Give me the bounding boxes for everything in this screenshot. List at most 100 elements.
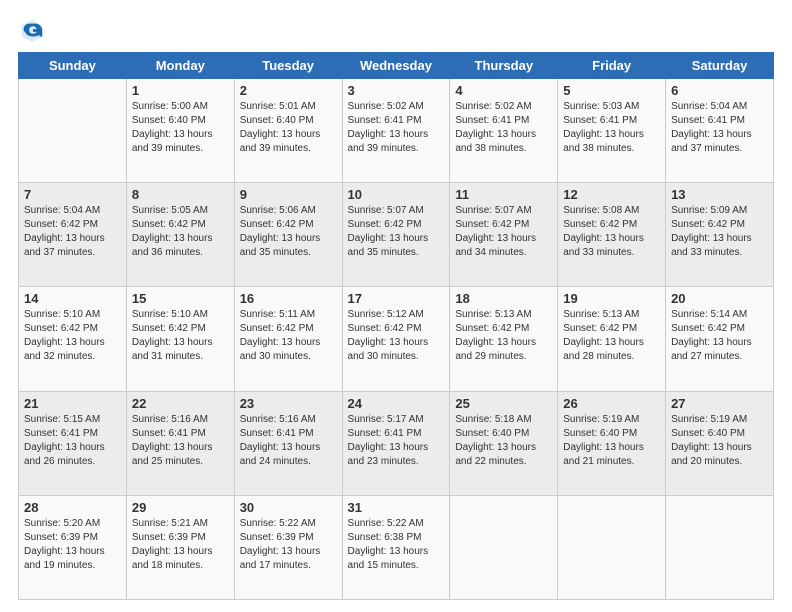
day-cell: 1Sunrise: 5:00 AM Sunset: 6:40 PM Daylig…	[126, 79, 234, 183]
day-info: Sunrise: 5:19 AM Sunset: 6:40 PM Dayligh…	[671, 413, 768, 469]
day-number: 20	[671, 291, 768, 306]
day-number: 1	[132, 83, 229, 98]
day-cell: 4Sunrise: 5:02 AM Sunset: 6:41 PM Daylig…	[450, 79, 558, 183]
day-cell: 28Sunrise: 5:20 AM Sunset: 6:39 PM Dayli…	[19, 495, 127, 599]
day-info: Sunrise: 5:16 AM Sunset: 6:41 PM Dayligh…	[132, 413, 229, 469]
day-cell: 21 Sunrise: 5:15 AM Sunset: 6:41 PM Dayli…	[19, 391, 127, 495]
day-number: 25	[455, 396, 552, 411]
week-row-4: 21 Sunrise: 5:15 AM Sunset: 6:41 PM Dayli…	[19, 391, 774, 495]
weekday-header-sunday: Sunday	[19, 53, 127, 79]
day-cell: 22 Sunrise: 5:16 AM Sunset: 6:41 PM Dayli…	[126, 391, 234, 495]
day-info: Sunrise: 5:12 AM Sunset: 6:42 PM Dayligh…	[348, 308, 445, 364]
day-info: Sunrise: 5:22 AM Sunset: 6:39 PM Dayligh…	[240, 517, 337, 573]
day-cell: 12Sunrise: 5:08 AM Sunset: 6:42 PM Dayli…	[558, 183, 666, 287]
day-number: 24	[348, 396, 445, 411]
day-number: 31	[348, 500, 445, 515]
weekday-header-saturday: Saturday	[666, 53, 774, 79]
header	[18, 16, 774, 44]
day-info: Sunrise: 5:11 AM Sunset: 6:42 PM Dayligh…	[240, 308, 337, 364]
week-row-5: 28Sunrise: 5:20 AM Sunset: 6:39 PM Dayli…	[19, 495, 774, 599]
day-cell: 30 Sunrise: 5:22 AM Sunset: 6:39 PM Dayli…	[234, 495, 342, 599]
day-info: Sunrise: 5:15 AM Sunset: 6:41 PM Dayligh…	[24, 413, 121, 469]
weekday-header-friday: Friday	[558, 53, 666, 79]
day-cell: 29 Sunrise: 5:21 AM Sunset: 6:39 PM Dayli…	[126, 495, 234, 599]
page: SundayMondayTuesdayWednesdayThursdayFrid…	[0, 0, 792, 612]
day-info: Sunrise: 5:17 AM Sunset: 6:41 PM Dayligh…	[348, 413, 445, 469]
weekday-header-wednesday: Wednesday	[342, 53, 450, 79]
day-info: Sunrise: 5:02 AM Sunset: 6:41 PM Dayligh…	[455, 100, 552, 156]
day-number: 11	[455, 187, 552, 202]
day-number: 9	[240, 187, 337, 202]
day-number: 14	[24, 291, 121, 306]
day-cell: 3 Sunrise: 5:02 AM Sunset: 6:41 PM Daylig…	[342, 79, 450, 183]
day-cell: 15Sunrise: 5:10 AM Sunset: 6:42 PM Dayli…	[126, 287, 234, 391]
day-info: Sunrise: 5:01 AM Sunset: 6:40 PM Dayligh…	[240, 100, 337, 156]
day-number: 12	[563, 187, 660, 202]
day-info: Sunrise: 5:13 AM Sunset: 6:42 PM Dayligh…	[563, 308, 660, 364]
logo	[18, 16, 50, 44]
logo-icon	[18, 16, 46, 44]
day-info: Sunrise: 5:06 AM Sunset: 6:42 PM Dayligh…	[240, 204, 337, 260]
day-cell: 13 Sunrise: 5:09 AM Sunset: 6:42 PM Dayli…	[666, 183, 774, 287]
day-info: Sunrise: 5:03 AM Sunset: 6:41 PM Dayligh…	[563, 100, 660, 156]
day-number: 2	[240, 83, 337, 98]
calendar-body: 1Sunrise: 5:00 AM Sunset: 6:40 PM Daylig…	[19, 79, 774, 600]
day-cell: 8Sunrise: 5:05 AM Sunset: 6:42 PM Daylig…	[126, 183, 234, 287]
day-cell: 10Sunrise: 5:07 AM Sunset: 6:42 PM Dayli…	[342, 183, 450, 287]
day-cell: 14 Sunrise: 5:10 AM Sunset: 6:42 PM Dayli…	[19, 287, 127, 391]
day-info: Sunrise: 5:07 AM Sunset: 6:42 PM Dayligh…	[455, 204, 552, 260]
day-cell: 24 Sunrise: 5:17 AM Sunset: 6:41 PM Dayli…	[342, 391, 450, 495]
day-cell: 23Sunrise: 5:16 AM Sunset: 6:41 PM Dayli…	[234, 391, 342, 495]
day-info: Sunrise: 5:14 AM Sunset: 6:42 PM Dayligh…	[671, 308, 768, 364]
day-number: 17	[348, 291, 445, 306]
weekday-header-thursday: Thursday	[450, 53, 558, 79]
day-cell	[558, 495, 666, 599]
week-row-1: 1Sunrise: 5:00 AM Sunset: 6:40 PM Daylig…	[19, 79, 774, 183]
day-cell: 31Sunrise: 5:22 AM Sunset: 6:38 PM Dayli…	[342, 495, 450, 599]
day-number: 3	[348, 83, 445, 98]
day-number: 21	[24, 396, 121, 411]
day-cell: 6Sunrise: 5:04 AM Sunset: 6:41 PM Daylig…	[666, 79, 774, 183]
day-cell: 5 Sunrise: 5:03 AM Sunset: 6:41 PM Daylig…	[558, 79, 666, 183]
day-info: Sunrise: 5:07 AM Sunset: 6:42 PM Dayligh…	[348, 204, 445, 260]
day-cell: 7Sunrise: 5:04 AM Sunset: 6:42 PM Daylig…	[19, 183, 127, 287]
day-cell: 11 Sunrise: 5:07 AM Sunset: 6:42 PM Dayli…	[450, 183, 558, 287]
day-number: 18	[455, 291, 552, 306]
day-number: 6	[671, 83, 768, 98]
day-cell: 25 Sunrise: 5:18 AM Sunset: 6:40 PM Dayli…	[450, 391, 558, 495]
day-info: Sunrise: 5:19 AM Sunset: 6:40 PM Dayligh…	[563, 413, 660, 469]
day-number: 5	[563, 83, 660, 98]
day-info: Sunrise: 5:18 AM Sunset: 6:40 PM Dayligh…	[455, 413, 552, 469]
day-number: 26	[563, 396, 660, 411]
week-row-3: 14 Sunrise: 5:10 AM Sunset: 6:42 PM Dayli…	[19, 287, 774, 391]
day-cell: 27 Sunrise: 5:19 AM Sunset: 6:40 PM Dayli…	[666, 391, 774, 495]
day-cell: 2 Sunrise: 5:01 AM Sunset: 6:40 PM Daylig…	[234, 79, 342, 183]
day-number: 16	[240, 291, 337, 306]
day-info: Sunrise: 5:10 AM Sunset: 6:42 PM Dayligh…	[132, 308, 229, 364]
day-cell	[19, 79, 127, 183]
day-number: 27	[671, 396, 768, 411]
day-info: Sunrise: 5:04 AM Sunset: 6:42 PM Dayligh…	[24, 204, 121, 260]
day-number: 22	[132, 396, 229, 411]
day-info: Sunrise: 5:16 AM Sunset: 6:41 PM Dayligh…	[240, 413, 337, 469]
day-number: 8	[132, 187, 229, 202]
weekday-row: SundayMondayTuesdayWednesdayThursdayFrid…	[19, 53, 774, 79]
day-number: 13	[671, 187, 768, 202]
day-number: 30	[240, 500, 337, 515]
day-number: 28	[24, 500, 121, 515]
day-cell	[450, 495, 558, 599]
day-number: 29	[132, 500, 229, 515]
day-cell: 19 Sunrise: 5:13 AM Sunset: 6:42 PM Dayli…	[558, 287, 666, 391]
calendar: SundayMondayTuesdayWednesdayThursdayFrid…	[18, 52, 774, 600]
day-info: Sunrise: 5:02 AM Sunset: 6:41 PM Dayligh…	[348, 100, 445, 156]
weekday-header-tuesday: Tuesday	[234, 53, 342, 79]
day-info: Sunrise: 5:09 AM Sunset: 6:42 PM Dayligh…	[671, 204, 768, 260]
week-row-2: 7Sunrise: 5:04 AM Sunset: 6:42 PM Daylig…	[19, 183, 774, 287]
day-cell	[666, 495, 774, 599]
day-cell: 20 Sunrise: 5:14 AM Sunset: 6:42 PM Dayli…	[666, 287, 774, 391]
calendar-header: SundayMondayTuesdayWednesdayThursdayFrid…	[19, 53, 774, 79]
day-number: 19	[563, 291, 660, 306]
day-info: Sunrise: 5:21 AM Sunset: 6:39 PM Dayligh…	[132, 517, 229, 573]
day-info: Sunrise: 5:10 AM Sunset: 6:42 PM Dayligh…	[24, 308, 121, 364]
day-cell: 9 Sunrise: 5:06 AM Sunset: 6:42 PM Daylig…	[234, 183, 342, 287]
